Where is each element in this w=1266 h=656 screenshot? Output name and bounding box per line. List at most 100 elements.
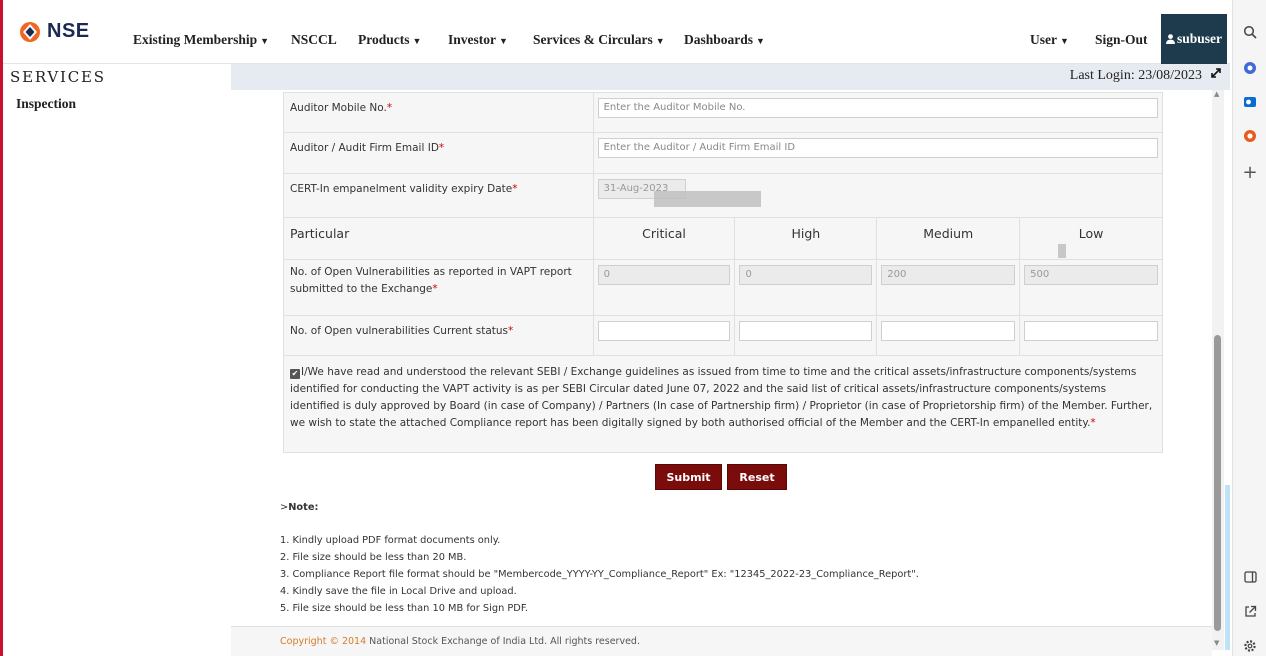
declaration-row: ✔ I/We have read and understood the relev… [283, 355, 1163, 453]
nav-nsccl[interactable]: NSCCL [291, 32, 337, 48]
left-menu-item-inspection[interactable]: Inspection [16, 96, 76, 112]
field-cell [876, 315, 1021, 356]
nav-label: Dashboards [684, 32, 754, 47]
nse-logo[interactable]: NSE [19, 20, 90, 43]
nav-label: NSCCL [291, 32, 337, 47]
label-text: No. of Open vulnerabilities Current stat… [290, 325, 509, 337]
current-high-input[interactable] [739, 321, 873, 341]
field-label: No. of Open vulnerabilities Current stat… [283, 315, 594, 356]
field-cell [592, 315, 736, 356]
note-item: 2. File size should be less than 20 MB. [280, 552, 467, 563]
last-login-bar: Last Login: 23/08/2023 [231, 64, 1230, 90]
required-mark: * [512, 183, 518, 195]
outlook-icon[interactable] [1242, 94, 1258, 110]
main-content: Auditor Mobile No.* Enter the Auditor Mo… [231, 90, 1212, 656]
nav-user[interactable]: User ▼ [1030, 32, 1069, 48]
vapt-high-input[interactable]: 0 [739, 265, 873, 285]
logo-text: NSE [47, 20, 90, 42]
col-particular: Particular [283, 217, 594, 260]
section-title: SERVICES [10, 68, 106, 86]
field-cell: 200 [876, 259, 1021, 316]
nav-label: Sign-Out [1095, 32, 1148, 47]
nav-dashboards[interactable]: Dashboards ▼ [684, 32, 765, 48]
account-name: subuser [1176, 31, 1222, 46]
scrollbar-thumb[interactable] [1214, 335, 1221, 631]
required-mark: * [432, 283, 438, 295]
label-text: No. of Open Vulnerabilities as reported … [290, 266, 572, 295]
required-mark: * [508, 325, 514, 337]
field-label: Auditor / Audit Firm Email ID* [283, 132, 594, 174]
col-high: High [734, 217, 878, 260]
nav-existing-membership[interactable]: Existing Membership ▼ [133, 32, 269, 48]
note-heading-text: Note: [288, 502, 319, 513]
scroll-down-icon[interactable]: ▼ [1214, 639, 1219, 647]
field-cell: 0 [592, 259, 736, 316]
current-low-input[interactable] [1024, 321, 1158, 341]
note-heading: >Note: [280, 502, 318, 513]
caret-down-icon: ▼ [1060, 36, 1069, 46]
add-icon[interactable]: + [1242, 162, 1258, 183]
caret-down-icon: ▼ [260, 36, 270, 46]
scroll-up-icon[interactable]: ▲ [1214, 90, 1219, 98]
nav-products[interactable]: Products ▼ [358, 32, 421, 48]
user-icon [1165, 34, 1175, 44]
nav-label: User [1030, 32, 1057, 47]
caret-down-icon: ▼ [499, 36, 508, 46]
label-text: CERT-In empanelment validity expiry Date [290, 183, 513, 195]
nav-services-circulars[interactable]: Services & Circulars ▼ [533, 32, 665, 48]
col-critical: Critical [592, 217, 736, 260]
account-button[interactable]: subuser [1161, 14, 1227, 64]
window-edge [1225, 485, 1230, 650]
vapt-low-input[interactable]: 500 [1024, 265, 1158, 285]
vapt-medium-input[interactable]: 200 [881, 265, 1016, 285]
search-icon[interactable] [1242, 24, 1258, 40]
label-text: Auditor Mobile No. [290, 102, 387, 114]
field-cell: Enter the Auditor Mobile No. [592, 92, 1164, 133]
office-icon[interactable] [1242, 128, 1258, 144]
field-label: CERT-In empanelment validity expiry Date… [283, 173, 594, 218]
sidebar-toggle-icon[interactable] [1242, 569, 1258, 585]
copyright-text: Copyright © 2014 National Stock Exchange… [280, 636, 640, 647]
external-link-icon[interactable] [1242, 603, 1258, 619]
current-status-row: No. of Open vulnerabilities Current stat… [283, 315, 1163, 356]
label-text: Auditor / Audit Firm Email ID [290, 142, 439, 154]
content-scrollbar[interactable]: ▲ ▼ [1212, 90, 1224, 650]
caret-down-icon: ▼ [412, 36, 422, 46]
note-item: 3. Compliance Report file format should … [280, 569, 919, 580]
note-item: 1. Kindly upload PDF format documents on… [280, 535, 501, 546]
copilot-icon[interactable] [1242, 60, 1258, 76]
declaration-checkbox[interactable]: ✔ [290, 369, 300, 379]
nav-label: Services & Circulars [533, 32, 653, 47]
nav-investor[interactable]: Investor ▼ [448, 32, 508, 48]
auditor-email-input[interactable]: Enter the Auditor / Audit Firm Email ID [597, 138, 1158, 158]
current-critical-input[interactable] [597, 321, 731, 341]
required-mark: * [438, 142, 445, 154]
field-cell: 500 [1019, 259, 1163, 316]
submit-button[interactable]: Submit [655, 464, 722, 490]
auditor-email-row: Auditor / Audit Firm Email ID* Enter the… [283, 132, 1164, 174]
top-navbar: NSE Existing Membership ▼ NSCCL Products ▼… [3, 0, 1230, 64]
copyright-rest: National Stock Exchange of India Ltd. Al… [369, 636, 640, 647]
auditor-mobile-input[interactable]: Enter the Auditor Mobile No. [597, 98, 1158, 118]
note-item: 4. Kindly save the file in Local Drive a… [280, 586, 517, 597]
left-accent-border [0, 0, 3, 656]
compliance-form-table: Auditor Mobile No.* Enter the Auditor Mo… [283, 92, 1164, 453]
field-label: Auditor Mobile No.* [283, 92, 594, 133]
auditor-mobile-row: Auditor Mobile No.* Enter the Auditor Mo… [283, 92, 1164, 133]
copyright-brand: Copyright © 2014 [280, 636, 367, 647]
vapt-vulnerabilities-row: No. of Open Vulnerabilities as reported … [283, 259, 1163, 316]
caret-down-icon: ▼ [756, 36, 765, 46]
reset-button[interactable]: Reset [727, 464, 787, 490]
footer: Copyright © 2014 National Stock Exchange… [231, 626, 1212, 656]
nse-logo-icon [20, 21, 40, 42]
col-medium: Medium [876, 217, 1021, 260]
redaction-blur [654, 191, 761, 207]
vapt-critical-input[interactable]: 0 [597, 265, 731, 285]
settings-icon[interactable] [1242, 638, 1258, 654]
field-cell [734, 315, 878, 356]
field-cell [1019, 315, 1163, 356]
sign-out-link[interactable]: Sign-Out [1095, 32, 1148, 48]
current-medium-input[interactable] [881, 321, 1016, 341]
expand-icon[interactable] [1210, 67, 1222, 83]
declaration-cell: ✔ I/We have read and understood the relev… [283, 355, 1163, 453]
